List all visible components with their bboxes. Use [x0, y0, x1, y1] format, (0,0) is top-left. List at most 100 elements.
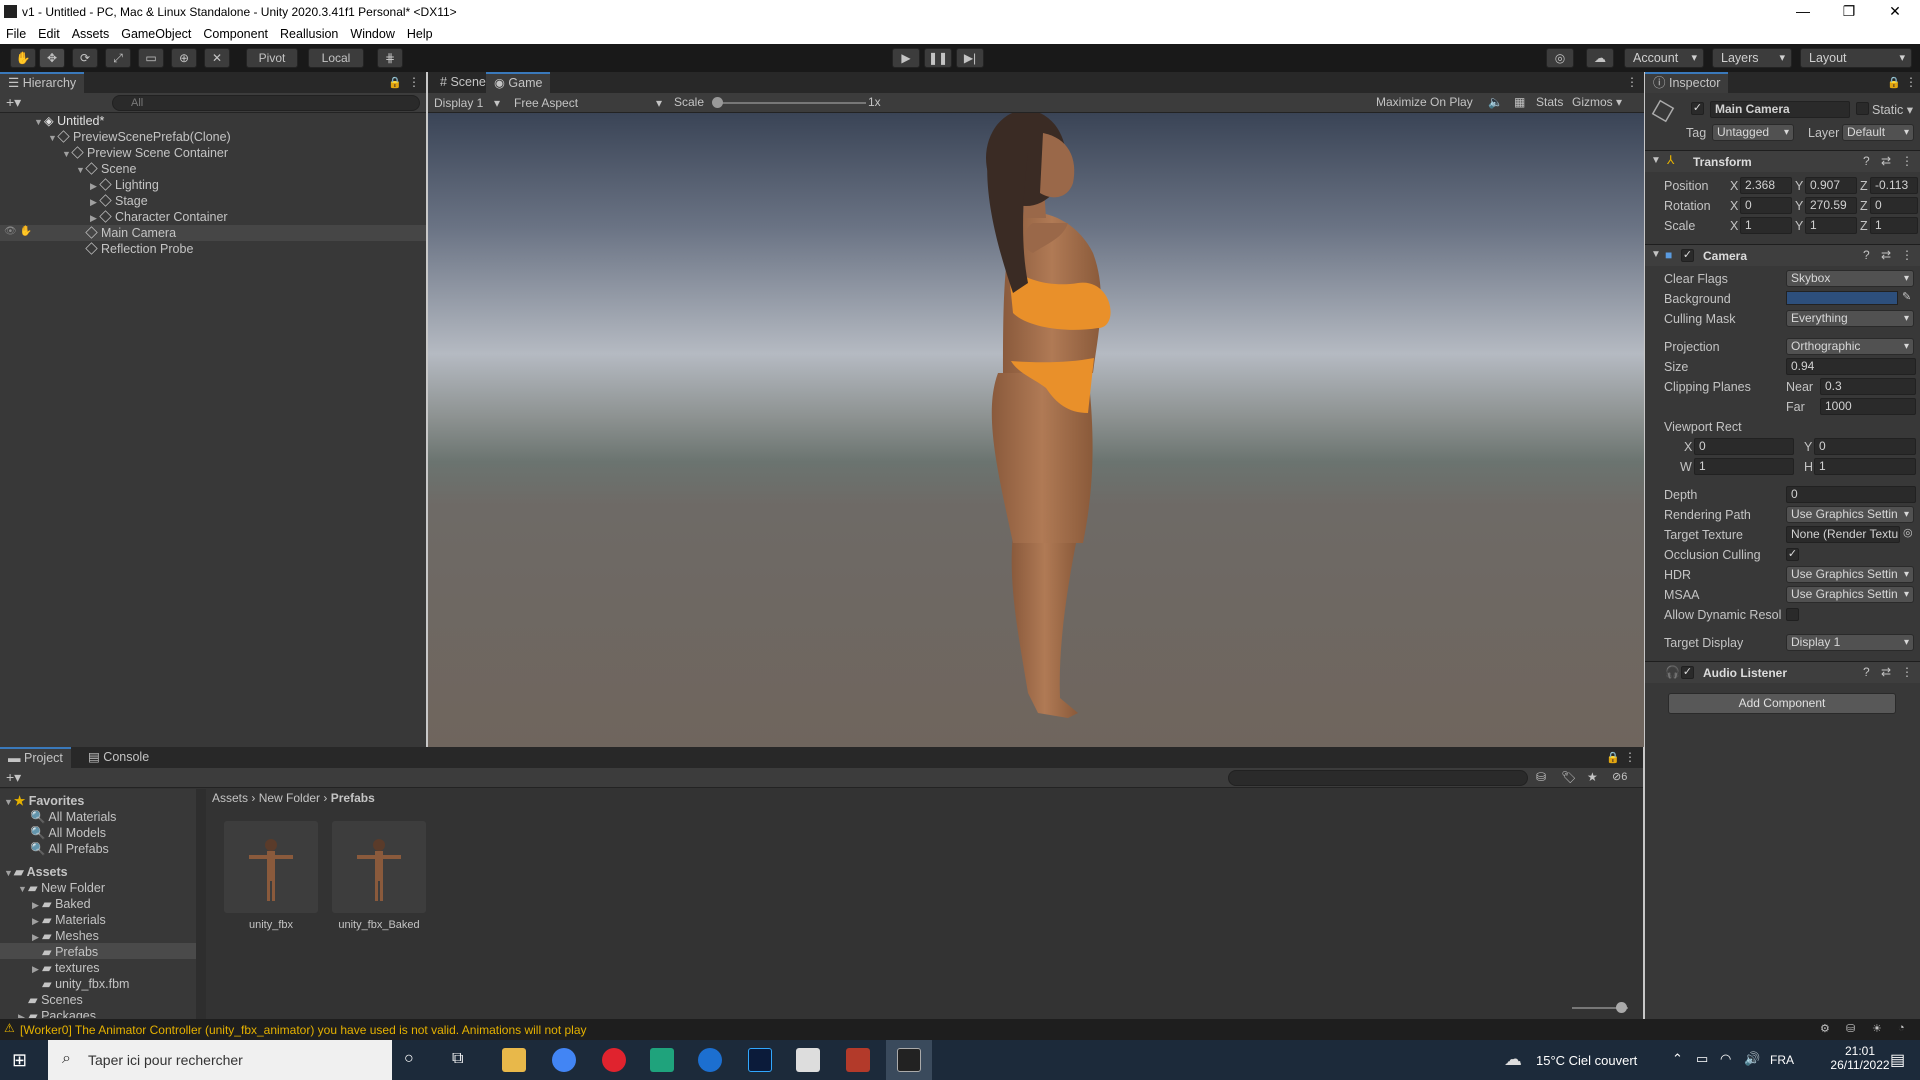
windows-start-icon[interactable]: ⊞: [12, 1050, 27, 1071]
tag-dropdown[interactable]: Untagged: [1712, 124, 1794, 141]
auto-generate-lighting-icon[interactable]: ☀: [1872, 1022, 1882, 1035]
msaa-dropdown[interactable]: Use Graphics Settin: [1786, 586, 1914, 603]
hierarchy-search-input[interactable]: All: [112, 95, 420, 111]
menu-help[interactable]: Help: [401, 24, 439, 44]
collab-icon[interactable]: ◎: [1546, 48, 1574, 68]
transform-tool-icon[interactable]: ⊕: [171, 48, 197, 68]
tab-scene[interactable]: # Scene: [432, 72, 494, 93]
audio-listener-header[interactable]: 🎧 ✓ Audio Listener ? ⇄ ⋮: [1645, 661, 1920, 683]
create-add-icon[interactable]: +▾: [6, 769, 21, 786]
search-by-label-icon[interactable]: 🏷: [1561, 770, 1576, 784]
maximize-button[interactable]: ❐: [1826, 0, 1872, 24]
depth-field[interactable]: 0: [1786, 486, 1916, 503]
display-dropdown[interactable]: Display 1 ▾: [430, 94, 504, 112]
static-dropdown[interactable]: Static ▾: [1872, 102, 1913, 117]
move-tool-icon[interactable]: ✥: [39, 48, 65, 68]
file-explorer-icon[interactable]: [502, 1048, 526, 1072]
target-texture-field[interactable]: None (Render Textu: [1786, 526, 1900, 543]
layout-dropdown[interactable]: Layout: [1800, 48, 1912, 68]
tab-project[interactable]: ▬ Project: [0, 747, 71, 768]
list-item[interactable]: ▶ ▰ Baked: [32, 896, 91, 912]
help-icon[interactable]: ?: [1863, 154, 1870, 168]
visibility-icon[interactable]: 👁 ✋: [4, 226, 32, 237]
local-toggle[interactable]: Local: [308, 48, 364, 68]
cache-server-icon[interactable]: ⛁: [1846, 1022, 1855, 1035]
preset-icon[interactable]: ⇄: [1881, 248, 1891, 262]
panel-menu-icon[interactable]: ⋮: [408, 75, 420, 89]
background-color-swatch[interactable]: [1786, 291, 1898, 305]
game-viewport[interactable]: [428, 113, 1644, 747]
photoshop-icon[interactable]: [748, 1048, 772, 1072]
size-field[interactable]: 0.94: [1786, 358, 1916, 375]
favorites-header[interactable]: ▼★ Favorites: [4, 793, 84, 809]
hdr-dropdown[interactable]: Use Graphics Settin: [1786, 566, 1914, 583]
list-item[interactable]: ▼◈ Untitled*: [34, 113, 424, 129]
volume-icon[interactable]: 🔊: [1744, 1051, 1760, 1067]
search-by-type-icon[interactable]: ⛁: [1536, 770, 1546, 784]
menu-reallusion[interactable]: Reallusion: [274, 24, 344, 44]
breadcrumb-item[interactable]: New Folder: [259, 791, 320, 805]
target-display-dropdown[interactable]: Display 1: [1786, 634, 1914, 651]
m-app-icon[interactable]: [650, 1048, 674, 1072]
preset-icon[interactable]: ⇄: [1881, 154, 1891, 168]
hidden-packages-toggle[interactable]: ⊘6: [1612, 770, 1627, 783]
stats-toggle[interactable]: Stats: [1536, 95, 1563, 109]
lock-icon[interactable]: 🔒: [1606, 751, 1620, 764]
menu-edit[interactable]: Edit: [32, 24, 66, 44]
list-item[interactable]: ▼ PreviewScenePrefab(Clone): [48, 129, 231, 145]
winrar-icon[interactable]: [846, 1048, 870, 1072]
projection-dropdown[interactable]: Orthographic: [1786, 338, 1914, 355]
rect-tool-icon[interactable]: ▭: [138, 48, 164, 68]
network-icon[interactable]: ▭: [1696, 1051, 1708, 1067]
list-item[interactable]: 🔍 All Models: [30, 825, 106, 841]
preset-icon[interactable]: ⇄: [1881, 665, 1891, 679]
taskbar-search-input[interactable]: ⌕ Taper ici pour rechercher: [48, 1040, 392, 1080]
step-button[interactable]: ▶|: [956, 48, 984, 68]
breadcrumb-current[interactable]: Prefabs: [331, 791, 375, 805]
account-dropdown[interactable]: Account: [1624, 48, 1704, 68]
breadcrumb-item[interactable]: Assets: [212, 791, 248, 805]
hand-tool-icon[interactable]: ✋: [10, 48, 36, 68]
asset-thumbnail[interactable]: [224, 821, 318, 913]
grid-snap-icon[interactable]: ⋕: [377, 48, 403, 68]
chrome-icon[interactable]: [552, 1048, 576, 1072]
clear-flags-dropdown[interactable]: Skybox: [1786, 270, 1914, 287]
maximize-on-play-toggle[interactable]: Maximize On Play: [1376, 95, 1473, 109]
dynamic-resolution-checkbox[interactable]: [1786, 608, 1799, 621]
project-search-input[interactable]: [1228, 770, 1528, 786]
clock[interactable]: 21:01 26/11/2022: [1830, 1044, 1890, 1072]
tab-console[interactable]: ▤ Console: [80, 747, 157, 768]
list-item[interactable]: ▼ Scene: [76, 161, 136, 177]
active-checkbox[interactable]: ✓: [1691, 102, 1704, 115]
asset-label[interactable]: unity_fbx_Baked: [326, 919, 432, 931]
list-item[interactable]: ▼ Preview Scene Container: [62, 145, 228, 161]
scale-y-field[interactable]: 1: [1805, 217, 1857, 234]
panel-menu-icon[interactable]: ⋮: [1905, 75, 1917, 89]
asset-thumbnail[interactable]: [332, 821, 426, 913]
culling-mask-dropdown[interactable]: Everything: [1786, 310, 1914, 327]
list-item[interactable]: 🔍 All Materials: [30, 809, 116, 825]
wifi-icon[interactable]: ◠: [1720, 1051, 1731, 1067]
language-indicator[interactable]: FRA: [1770, 1053, 1794, 1067]
cloud-icon[interactable]: ☁: [1586, 48, 1614, 68]
layers-dropdown[interactable]: Layers: [1712, 48, 1792, 68]
close-button[interactable]: ✕: [1872, 0, 1918, 24]
position-z-field[interactable]: -0.113: [1870, 177, 1918, 194]
menu-component[interactable]: Component: [197, 24, 274, 44]
panel-menu-icon[interactable]: ⋮: [1626, 75, 1638, 89]
icon-size-slider-handle[interactable]: [1616, 1002, 1627, 1013]
tree-scrollbar[interactable]: [196, 789, 206, 1019]
list-item[interactable]: ▶ Stage: [90, 193, 148, 209]
scale-x-field[interactable]: 1: [1740, 217, 1792, 234]
list-item[interactable]: ▰ Scenes: [28, 992, 83, 1008]
viewport-w-field[interactable]: 1: [1694, 458, 1794, 475]
list-item[interactable]: ▰ Prefabs: [42, 944, 98, 960]
occlusion-culling-checkbox[interactable]: ✓: [1786, 548, 1799, 561]
weather-text[interactable]: 15°C Ciel couvert: [1536, 1053, 1637, 1068]
rotation-y-field[interactable]: 270.59: [1805, 197, 1857, 214]
list-item[interactable]: 🔍 All Prefabs: [30, 841, 109, 857]
minimize-button[interactable]: —: [1780, 0, 1826, 24]
cortana-icon[interactable]: ○: [404, 1050, 414, 1068]
custom-tool-icon[interactable]: ✕: [204, 48, 230, 68]
list-item[interactable]: Main Camera: [85, 225, 176, 241]
